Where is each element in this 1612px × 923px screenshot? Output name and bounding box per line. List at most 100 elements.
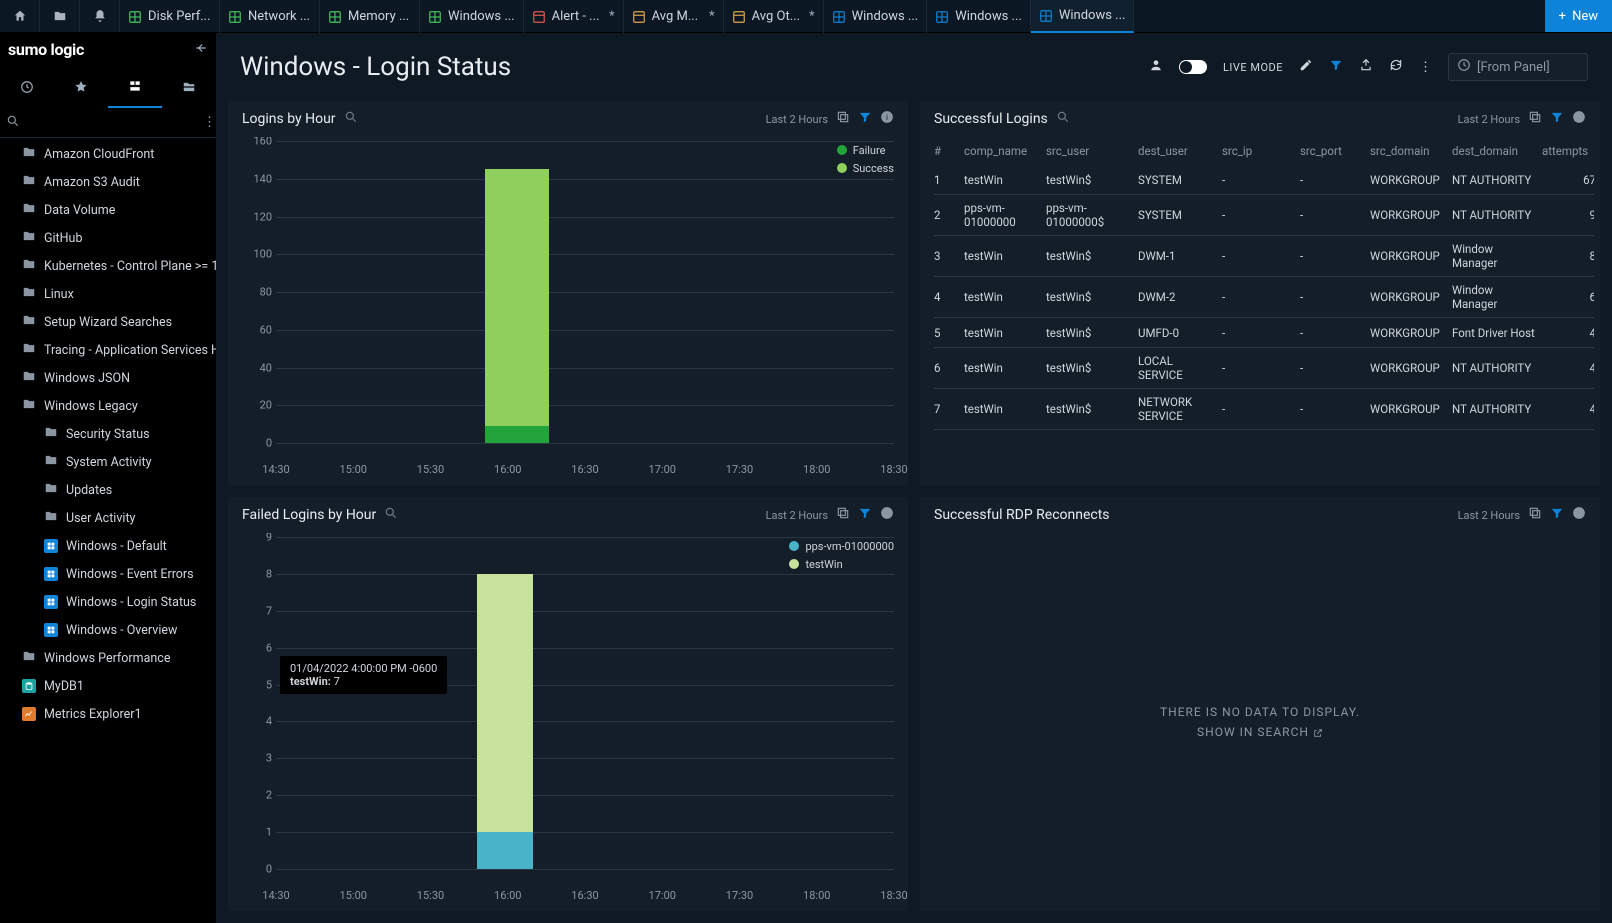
more-icon[interactable]: ⋮: [1419, 60, 1432, 75]
table-row[interactable]: 6testWintestWin$LOCAL SERVICE--WORKGROUP…: [934, 348, 1594, 389]
cell: -: [1222, 326, 1296, 340]
sidebar-item[interactable]: Tracing - Application Services Health: [0, 336, 216, 364]
share-icon[interactable]: [1359, 58, 1373, 76]
column-header[interactable]: src_domain: [1370, 144, 1448, 158]
table-row[interactable]: 5testWintestWin$UMFD-0--WORKGROUPFont Dr…: [934, 318, 1594, 348]
sidebar-tab-recent[interactable]: [0, 66, 54, 108]
legend-swatch: [789, 559, 799, 569]
info-icon[interactable]: i: [880, 110, 894, 128]
folder-icon[interactable]: [40, 0, 80, 32]
user-icon[interactable]: [1149, 58, 1163, 76]
search-icon: [6, 114, 20, 132]
info-icon[interactable]: [880, 506, 894, 524]
refresh-icon[interactable]: [1389, 58, 1403, 76]
sidebar-item[interactable]: Security Status: [0, 420, 216, 448]
sidebar-item[interactable]: MyDB1: [0, 672, 216, 700]
folder-icon: [22, 201, 36, 219]
sidebar-item[interactable]: Windows - Default: [0, 532, 216, 560]
table-row[interactable]: 4testWintestWin$DWM-2--WORKGROUPWindow M…: [934, 277, 1594, 318]
tab[interactable]: Avg M...*: [624, 0, 724, 33]
sidebar-item[interactable]: Updates: [0, 476, 216, 504]
column-header[interactable]: dest_user: [1138, 144, 1218, 158]
cell: 7: [934, 402, 960, 416]
tab[interactable]: Windows ...: [824, 0, 928, 33]
sidebar-item[interactable]: Metrics Explorer1: [0, 700, 216, 728]
sidebar-tab-favorites[interactable]: [54, 66, 108, 108]
legend-label: testWin: [805, 558, 842, 571]
bar[interactable]: [485, 426, 549, 443]
bar[interactable]: [477, 574, 533, 869]
tab[interactable]: Network ...: [220, 0, 320, 33]
sidebar-item[interactable]: Kubernetes - Control Plane >= 1.16: [0, 252, 216, 280]
tab[interactable]: Alert - ...*: [524, 0, 624, 33]
bar[interactable]: [485, 169, 549, 443]
cell: NETWORK SERVICE: [1138, 395, 1218, 423]
sidebar-item[interactable]: Windows Performance: [0, 644, 216, 672]
x-tick: 18:30: [880, 889, 907, 902]
sidebar-tab-library[interactable]: [108, 66, 162, 108]
tab-label: Memory ...: [348, 9, 409, 24]
column-header[interactable]: attempts: [1542, 144, 1594, 158]
sidebar-item[interactable]: GitHub: [0, 224, 216, 252]
column-header[interactable]: src_port: [1300, 144, 1366, 158]
column-header[interactable]: #: [934, 144, 960, 158]
filter-icon[interactable]: [1329, 58, 1343, 76]
info-icon[interactable]: [1572, 506, 1586, 524]
tab[interactable]: Avg Ot...*: [724, 0, 824, 33]
home-button[interactable]: [0, 0, 40, 32]
tab[interactable]: Windows ...: [420, 0, 524, 33]
sidebar-item[interactable]: Linux: [0, 280, 216, 308]
sidebar-item[interactable]: Windows JSON: [0, 364, 216, 392]
copy-icon[interactable]: [1528, 506, 1542, 524]
filter-icon[interactable]: [1550, 110, 1564, 128]
sidebar-item-label: Amazon S3 Audit: [44, 175, 140, 190]
tab[interactable]: Windows ...: [1031, 0, 1135, 33]
column-header[interactable]: comp_name: [964, 144, 1042, 158]
x-tick: 18:00: [803, 463, 830, 476]
sidebar-more-icon[interactable]: ⋮: [203, 115, 216, 130]
sidebar-item[interactable]: User Activity: [0, 504, 216, 532]
sidebar-item[interactable]: Amazon CloudFront: [0, 140, 216, 168]
new-button[interactable]: + New: [1545, 0, 1612, 32]
back-icon[interactable]: [194, 41, 208, 59]
filter-icon[interactable]: [858, 506, 872, 524]
magnify-icon[interactable]: [1056, 110, 1070, 128]
sidebar-item[interactable]: Amazon S3 Audit: [0, 168, 216, 196]
tab[interactable]: Windows ...: [927, 0, 1031, 33]
copy-icon[interactable]: [1528, 110, 1542, 128]
magnify-icon[interactable]: [384, 506, 398, 524]
copy-icon[interactable]: [836, 506, 850, 524]
edit-icon[interactable]: [1299, 58, 1313, 76]
filter-icon[interactable]: [858, 110, 872, 128]
cell: NT AUTHORITY: [1452, 361, 1538, 375]
sidebar-tab-folders[interactable]: [162, 66, 216, 108]
sidebar-item[interactable]: Windows - Login Status: [0, 588, 216, 616]
bell-icon[interactable]: [80, 0, 120, 32]
timerange-input[interactable]: [From Panel]: [1448, 53, 1588, 81]
sidebar-item[interactable]: System Activity: [0, 448, 216, 476]
filter-icon[interactable]: [1550, 506, 1564, 524]
sidebar-item[interactable]: Setup Wizard Searches: [0, 308, 216, 336]
table-row[interactable]: 7testWintestWin$NETWORK SERVICE--WORKGRO…: [934, 389, 1594, 430]
show-in-search-link[interactable]: SHOW IN SEARCH: [1197, 725, 1323, 739]
panel-title: Logins by Hour: [242, 111, 336, 127]
sidebar-item[interactable]: Windows - Overview: [0, 616, 216, 644]
sidebar-item[interactable]: Data Volume: [0, 196, 216, 224]
tab[interactable]: Disk Perf...: [120, 0, 220, 33]
live-mode-toggle[interactable]: [1179, 60, 1207, 74]
table-row[interactable]: 3testWintestWin$DWM-1--WORKGROUPWindow M…: [934, 236, 1594, 277]
sidebar-item[interactable]: Windows Legacy: [0, 392, 216, 420]
table-row[interactable]: 1testWintestWin$SYSTEM--WORKGROUPNT AUTH…: [934, 165, 1594, 195]
magnify-icon[interactable]: [344, 110, 358, 128]
column-header[interactable]: dest_domain: [1452, 144, 1538, 158]
cell: SYSTEM: [1138, 173, 1218, 187]
copy-icon[interactable]: [836, 110, 850, 128]
column-header[interactable]: src_user: [1046, 144, 1134, 158]
sidebar-search-input[interactable]: [20, 115, 203, 130]
column-header[interactable]: src_ip: [1222, 144, 1296, 158]
cell: WORKGROUP: [1370, 249, 1448, 263]
tab[interactable]: Memory ...: [320, 0, 420, 33]
table-row[interactable]: 2pps-vm-01000000pps-vm-01000000$SYSTEM--…: [934, 195, 1594, 236]
sidebar-item[interactable]: Windows - Event Errors: [0, 560, 216, 588]
info-icon[interactable]: [1572, 110, 1586, 128]
